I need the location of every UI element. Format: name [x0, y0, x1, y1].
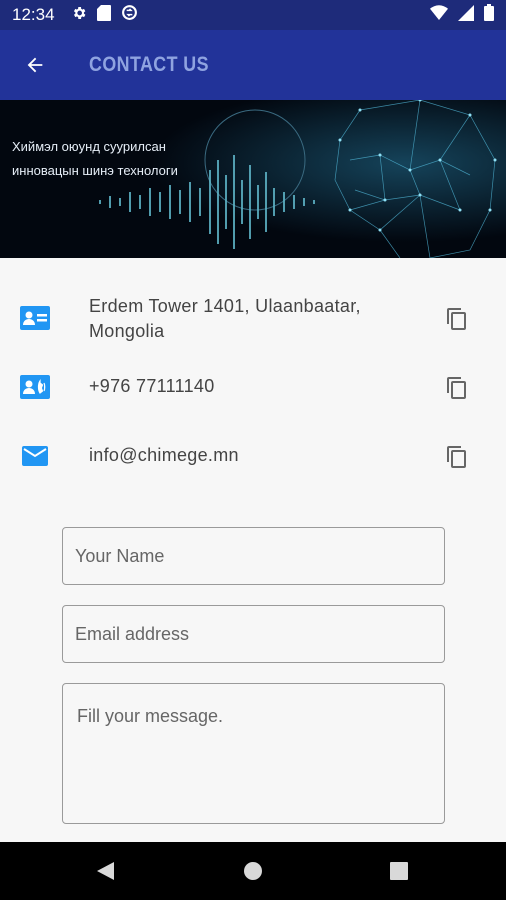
banner-line-2: инновацын шинэ технологи	[12, 163, 178, 178]
back-button[interactable]	[0, 30, 70, 100]
message-field-container	[62, 683, 445, 824]
copy-icon	[447, 446, 466, 468]
contact-card-icon	[20, 305, 50, 331]
nav-recents-icon	[390, 862, 408, 880]
battery-icon	[484, 4, 494, 26]
sync-blocked-icon	[121, 4, 138, 26]
copy-icon	[447, 377, 466, 399]
signal-icon	[458, 4, 474, 26]
email-field-container	[62, 605, 445, 663]
name-field-container	[62, 527, 445, 585]
nav-home-button[interactable]	[242, 860, 264, 882]
banner-image: Хиймэл оюунд суурилсан инновацын шинэ те…	[0, 100, 506, 258]
nav-home-icon	[244, 862, 262, 880]
settings-gear-icon	[71, 5, 87, 26]
email-input[interactable]	[63, 606, 444, 662]
system-nav-bar	[0, 842, 506, 900]
email-text: info@chimege.mn	[89, 445, 239, 465]
message-textarea[interactable]	[63, 684, 444, 823]
copy-phone-button[interactable]	[445, 376, 469, 400]
nav-recents-button[interactable]	[389, 861, 409, 881]
wifi-icon	[430, 5, 448, 25]
copy-email-button[interactable]	[445, 445, 469, 469]
banner-text: Хиймэл оюунд суурилсан инновацын шинэ те…	[12, 135, 178, 183]
address-text: Erdem Tower 1401, Ulaanbaatar, Mongolia	[89, 296, 361, 341]
app-bar: CONTACT US	[0, 30, 506, 100]
name-input[interactable]	[63, 528, 444, 584]
status-bar: 12:34	[0, 0, 506, 30]
copy-address-button[interactable]	[445, 307, 469, 331]
banner-line-1: Хиймэл оюунд суурилсан	[12, 139, 166, 154]
page-title: CONTACT US	[89, 53, 209, 76]
arrow-back-icon	[27, 57, 43, 73]
nav-back-button[interactable]	[94, 860, 116, 882]
copy-icon	[447, 308, 466, 330]
nav-back-icon	[97, 862, 114, 880]
status-time: 12:34	[12, 5, 55, 24]
phone-text: +976 77111140	[89, 376, 215, 396]
sd-card-icon	[96, 4, 111, 26]
email-icon	[20, 443, 50, 469]
contact-phone-icon	[20, 374, 50, 400]
